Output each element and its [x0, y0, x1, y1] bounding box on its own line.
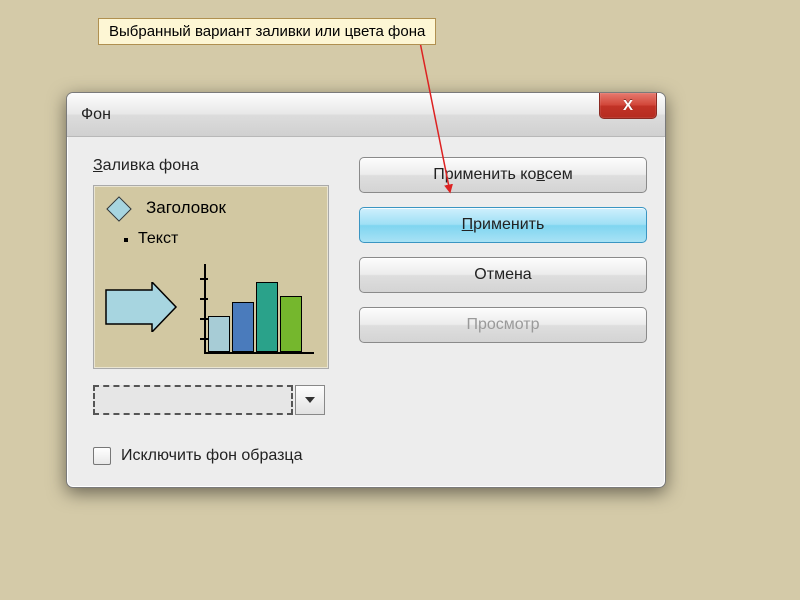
apply-button[interactable]: Применить [359, 207, 647, 243]
exclude-master-label: Исключить фон образца [121, 447, 302, 465]
fill-group-label: Заливка фона [93, 157, 339, 175]
preview-button[interactable]: Просмотр [359, 307, 647, 343]
titlebar: Фон Х [67, 93, 665, 137]
diamond-icon [106, 196, 131, 221]
cancel-button[interactable]: Отмена [359, 257, 647, 293]
callout-annotation: Выбранный вариант заливки или цвета фона [98, 18, 436, 45]
left-column: Заливка фона Заголовок Текст [93, 157, 339, 415]
arrow-shape-icon [104, 282, 178, 332]
dialog-body: Заливка фона Заголовок Текст [67, 137, 665, 433]
apply-to-all-button[interactable]: Применить ко всем [359, 157, 647, 193]
bullet-icon [124, 238, 128, 242]
checkbox-row: Исключить фон образца [67, 433, 665, 487]
exclude-master-checkbox[interactable] [93, 447, 111, 465]
close-icon: Х [623, 97, 633, 114]
right-column: Применить ко всем Применить Отмена Просм… [359, 157, 647, 415]
preview-bullet: Текст [138, 230, 178, 248]
slide-preview: Заголовок Текст [93, 185, 329, 369]
dialog-title: Фон [81, 106, 111, 124]
close-button[interactable]: Х [599, 93, 657, 119]
fill-selector-row [93, 385, 339, 415]
fill-dropdown-button[interactable] [295, 385, 325, 415]
background-dialog: Фон Х Заливка фона Заголовок Текст [66, 92, 666, 488]
callout-text: Выбранный вариант заливки или цвета фона [109, 23, 425, 40]
chevron-down-icon [305, 397, 315, 403]
fill-swatch[interactable] [93, 385, 293, 415]
chart-icon [194, 264, 314, 354]
preview-title: Заголовок [146, 198, 226, 218]
